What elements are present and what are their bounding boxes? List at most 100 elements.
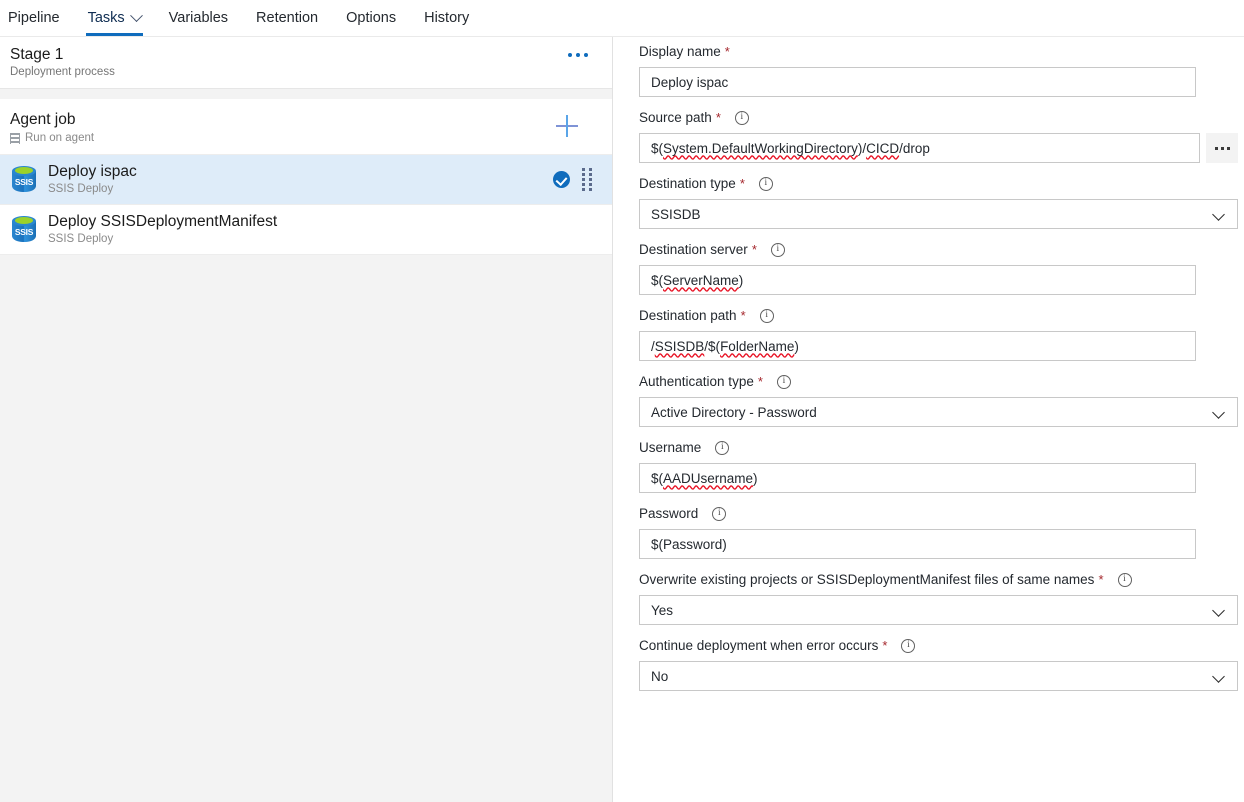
- field-display-name: Display name* Deploy ispac: [639, 41, 1238, 97]
- stage-subtitle: Deployment process: [10, 65, 598, 80]
- field-label: Destination server * i: [639, 239, 1238, 260]
- tab-label: Tasks: [88, 10, 125, 26]
- info-icon[interactable]: i: [759, 177, 773, 191]
- field-label: Overwrite existing projects or SSISDeplo…: [639, 569, 1238, 590]
- info-icon[interactable]: i: [712, 507, 726, 521]
- task-row[interactable]: SSIS Deploy ispacSSIS Deploy: [0, 155, 612, 205]
- info-icon[interactable]: i: [760, 309, 774, 323]
- field-label: Continue deployment when error occurs * i: [639, 635, 1238, 656]
- select-value: Yes: [651, 603, 673, 618]
- field-label: Source path * i: [639, 107, 1238, 128]
- required-asterisk: *: [752, 242, 757, 257]
- field-continue-deployment-when-error-occurs: Continue deployment when error occurs * i N…: [639, 635, 1238, 691]
- tab-retention[interactable]: Retention: [242, 0, 332, 36]
- task-subtitle: SSIS Deploy: [48, 232, 602, 247]
- required-asterisk: *: [740, 176, 745, 191]
- browse-button[interactable]: [1206, 133, 1238, 163]
- chevron-down-icon[interactable]: [1212, 604, 1225, 617]
- chevron-down-icon[interactable]: [1212, 208, 1225, 221]
- select-destination-type[interactable]: SSISDB: [639, 199, 1238, 229]
- input-value: Deploy ispac: [651, 75, 728, 90]
- input-value: $(ServerName): [651, 273, 743, 288]
- pane-divider: [0, 89, 612, 99]
- field-label-text: Overwrite existing projects or SSISDeplo…: [639, 572, 1094, 587]
- field-label: Passwordi: [639, 503, 1238, 524]
- field-label-text: Destination path: [639, 308, 737, 323]
- input-row: $(System.DefaultWorkingDirectory)/CICD/d…: [639, 133, 1238, 163]
- input-password[interactable]: $(Password): [639, 529, 1196, 559]
- task-list: SSIS Deploy ispacSSIS Deploy SSIS Deploy SS…: [0, 155, 612, 255]
- field-label-text: Authentication type: [639, 374, 754, 389]
- field-username: Username i $(AADUsername): [639, 437, 1238, 493]
- select-overwrite-existing-projects-or-ssisdeploymentman[interactable]: Yes: [639, 595, 1238, 625]
- field-label-text: Username: [639, 440, 701, 455]
- info-icon[interactable]: i: [715, 441, 729, 455]
- chevron-down-icon[interactable]: [1212, 406, 1225, 419]
- tab-pipeline[interactable]: Pipeline: [0, 0, 74, 36]
- field-label-text: Continue deployment when error occurs: [639, 638, 878, 653]
- tab-label: Options: [346, 10, 396, 26]
- check-circle-icon[interactable]: [553, 171, 570, 188]
- pipeline-tree-pane: Stage 1 Deployment process Agent job Run…: [0, 37, 613, 802]
- input-value: $(System.DefaultWorkingDirectory)/CICD/d…: [651, 141, 930, 156]
- drag-handle-icon[interactable]: [582, 168, 592, 192]
- input-row: $(ServerName): [639, 265, 1238, 295]
- field-destination-path: Destination path * i/SSISDB/$(FolderName): [639, 305, 1238, 361]
- field-password: Passwordi $(Password): [639, 503, 1238, 559]
- input-row: $(Password): [639, 529, 1238, 559]
- info-icon[interactable]: i: [1118, 573, 1132, 587]
- info-icon[interactable]: i: [901, 639, 915, 653]
- required-asterisk: *: [741, 308, 746, 323]
- info-icon[interactable]: i: [735, 111, 749, 125]
- ssis-icon-label: SSIS: [10, 177, 38, 187]
- chevron-down-icon[interactable]: [130, 9, 143, 22]
- tab-label: Variables: [169, 10, 228, 26]
- required-asterisk: *: [882, 638, 887, 653]
- required-asterisk: *: [1098, 572, 1103, 587]
- task-subtitle: SSIS Deploy: [48, 182, 553, 197]
- plus-icon[interactable]: [556, 115, 578, 137]
- info-icon[interactable]: i: [771, 243, 785, 257]
- tab-options[interactable]: Options: [332, 0, 410, 36]
- field-label: Authentication type*i: [639, 371, 1238, 392]
- info-icon[interactable]: i: [777, 375, 791, 389]
- input-username[interactable]: $(AADUsername): [639, 463, 1196, 493]
- input-row: $(AADUsername): [639, 463, 1238, 493]
- field-label: Display name*: [639, 41, 1238, 62]
- tab-history[interactable]: History: [410, 0, 483, 36]
- field-overwrite-existing-projects-or-ssisdeploymentman: Overwrite existing projects or SSISDeplo…: [639, 569, 1238, 625]
- field-label: Destination path * i: [639, 305, 1238, 326]
- field-authentication-type: Authentication type*i Active Directory - …: [639, 371, 1238, 427]
- select-value: Active Directory - Password: [651, 405, 817, 420]
- input-destination-path[interactable]: /SSISDB/$(FolderName): [639, 331, 1196, 361]
- ssis-icon-label: SSIS: [10, 227, 38, 237]
- field-destination-server: Destination server * i $(ServerName): [639, 239, 1238, 295]
- agent-job-card[interactable]: Agent job Run on agent: [0, 99, 612, 155]
- input-display-name[interactable]: Deploy ispac: [639, 67, 1196, 97]
- tab-variables[interactable]: Variables: [155, 0, 242, 36]
- tab-tasks[interactable]: Tasks: [74, 0, 155, 36]
- required-asterisk: *: [716, 110, 721, 125]
- ssis-icon: SSIS: [10, 165, 38, 195]
- field-label-text: Destination type: [639, 176, 736, 191]
- task-row[interactable]: SSIS Deploy SSISDeploymentManifestSSIS De…: [0, 205, 612, 255]
- chevron-down-icon[interactable]: [1212, 670, 1225, 683]
- ellipsis-icon[interactable]: [568, 53, 588, 57]
- select-authentication-type[interactable]: Active Directory - Password: [639, 397, 1238, 427]
- stage-title: Stage 1: [10, 45, 598, 64]
- field-label-text: Source path: [639, 110, 712, 125]
- task-settings-form: Display name*Deploy ispacSource path*i$(…: [639, 41, 1238, 691]
- server-rack-icon: [10, 133, 20, 144]
- stage-card[interactable]: Stage 1 Deployment process: [0, 37, 612, 89]
- task-title: Deploy SSISDeploymentManifest: [48, 212, 602, 232]
- field-label-text: Display name: [639, 44, 721, 59]
- field-label: Destination type * i: [639, 173, 1238, 194]
- input-destination-server[interactable]: $(ServerName): [639, 265, 1196, 295]
- tab-label: History: [424, 10, 469, 26]
- task-text: Deploy ispacSSIS Deploy: [48, 162, 553, 197]
- select-continue-deployment-when-error-occurs[interactable]: No: [639, 661, 1238, 691]
- tab-label: Retention: [256, 10, 318, 26]
- select-value: No: [651, 669, 668, 684]
- field-label-text: Destination server: [639, 242, 748, 257]
- input-source-path[interactable]: $(System.DefaultWorkingDirectory)/CICD/d…: [639, 133, 1200, 163]
